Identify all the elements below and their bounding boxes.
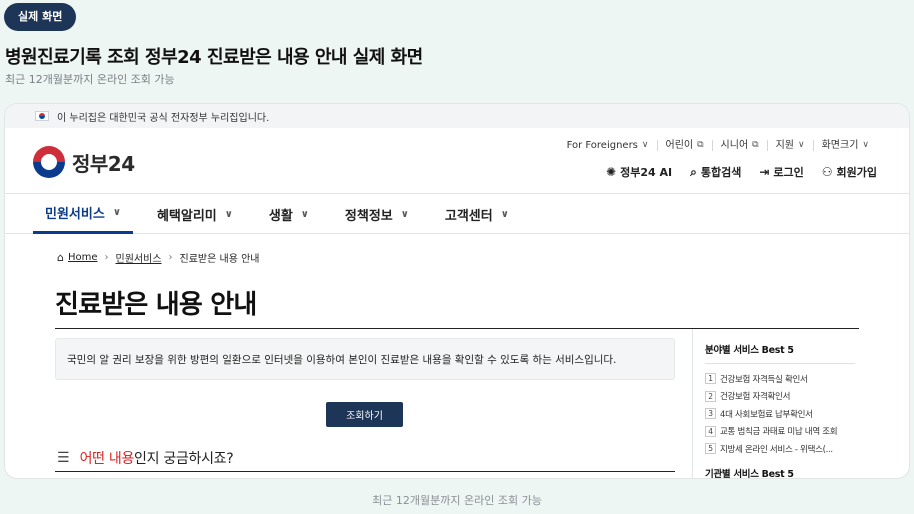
query-button[interactable]: 조회하기 bbox=[326, 402, 403, 427]
ai-button[interactable]: ✺ 정부24 AI bbox=[606, 164, 672, 180]
list-item[interactable]: 1 건강보험 자격득실 확인서 bbox=[705, 370, 855, 388]
question-rest: 인지 궁금하시죠? bbox=[134, 450, 234, 467]
chevron-down-icon: ∨ bbox=[112, 207, 121, 218]
chevron-down-icon: ∨ bbox=[500, 208, 509, 220]
list-item[interactable]: 2 건강보험 자격확인서 bbox=[705, 388, 855, 406]
gov-notice-text: 이 누리집은 대한민국 공식 전자정부 누리집입니다. bbox=[57, 112, 270, 124]
home-icon: ⌂ bbox=[57, 251, 64, 264]
search-button[interactable]: ⌕ 통합검색 bbox=[690, 164, 741, 180]
utility-nav: For Foreigners ∨ 어린이 ⧉ 시니어 ⧉ 지원 ∨ 화면크기 ∨ bbox=[559, 140, 877, 151]
nav-item-customer-center[interactable]: 고객센터 ∨ bbox=[433, 194, 521, 234]
chevron-down-icon: ∨ bbox=[862, 140, 869, 150]
util-item-foreigners[interactable]: For Foreigners ∨ bbox=[559, 140, 657, 151]
chevron-right-icon: › bbox=[168, 252, 173, 263]
list-item[interactable]: 5 지방세 온라인 서비스 - 위택스(... bbox=[705, 440, 855, 458]
screenshot-frame: 이 누리집은 대한민국 공식 전자정부 누리집입니다. 정부24 For For… bbox=[5, 104, 909, 478]
list-item[interactable]: 3 4대 사회보험료 납부확인서 bbox=[705, 405, 855, 423]
page-headline: 병원진료기록 조회 정부24 진료받은 내용 안내 실제 화면 bbox=[5, 47, 423, 68]
page-title: 진료받은 내용 안내 bbox=[55, 290, 257, 320]
question-highlight: 어떤 내용 bbox=[79, 450, 135, 467]
main-content: 국민의 알 권리 보장을 위한 방편의 일환으로 인터넷을 이용하여 본인이 진… bbox=[55, 329, 693, 478]
external-link-icon: ⧉ bbox=[752, 140, 759, 150]
login-button[interactable]: ⇥ 로그인 bbox=[759, 164, 803, 180]
login-icon: ⇥ bbox=[759, 165, 770, 179]
sidebar: 분야별 서비스 Best 5 1 건강보험 자격득실 확인서 2 건강보험 자격확인… bbox=[705, 342, 855, 478]
site-logo[interactable]: 정부24 bbox=[33, 146, 135, 178]
question-heading: ☰ 어떤 내용인지 궁금하시죠? bbox=[55, 444, 675, 472]
site-header: 정부24 For Foreigners ∨ 어린이 ⧉ 시니어 ⧉ 지원 ∨ 화면크기 ∨… bbox=[5, 128, 909, 194]
util-item-senior[interactable]: 시니어 ⧉ bbox=[711, 140, 767, 151]
taegeuk-logo-icon bbox=[33, 146, 65, 178]
chevron-down-icon: ∨ bbox=[798, 140, 805, 150]
korean-flag-icon bbox=[35, 111, 49, 121]
breadcrumb: ⌂ Home › 민원서비스 › 진료받은 내용 안내 bbox=[57, 250, 259, 265]
best-services-title: 분야별 서비스 Best 5 bbox=[705, 342, 855, 364]
breadcrumb-current: 진료받은 내용 안내 bbox=[179, 254, 260, 265]
chevron-down-icon: ∨ bbox=[300, 208, 309, 220]
signup-button[interactable]: ⚇ 회원가입 bbox=[822, 164, 877, 180]
list-item[interactable]: 4 교통 범칙금 과태료 미납 내역 조회 bbox=[705, 423, 855, 441]
caption: 최근 12개월분까지 온라인 조회 가능 bbox=[372, 494, 542, 507]
util-item-children[interactable]: 어린이 ⧉ bbox=[656, 140, 712, 151]
best-services-list: 1 건강보험 자격득실 확인서 2 건강보험 자격확인서 3 4대 사회보험료 납부확… bbox=[705, 370, 855, 458]
header-actions: ✺ 정부24 AI ⌕ 통합검색 ⇥ 로그인 ⚇ 회원가입 bbox=[588, 164, 877, 180]
logo-text: 정부24 bbox=[72, 151, 135, 176]
search-icon: ⌕ bbox=[690, 164, 697, 179]
chevron-down-icon: ∨ bbox=[224, 208, 233, 220]
chevron-down-icon: ∨ bbox=[641, 140, 649, 150]
breadcrumb-civil-service[interactable]: 민원서비스 bbox=[116, 250, 162, 265]
service-description: 국민의 알 권리 보장을 위한 방편의 일환으로 인터넷을 이용하여 본인이 진… bbox=[55, 338, 675, 380]
nav-item-civil-service[interactable]: 민원서비스 ∨ bbox=[33, 194, 133, 234]
status-badge: 실제 화면 bbox=[4, 3, 77, 31]
document-icon: ☰ bbox=[57, 449, 70, 466]
org-services-title: 기관별 서비스 Best 5 bbox=[705, 469, 794, 478]
nav-item-policy[interactable]: 정책정보 ∨ bbox=[333, 194, 421, 234]
util-item-support[interactable]: 지원 ∨ bbox=[766, 140, 813, 151]
gov-notice-bar: 이 누리집은 대한민국 공식 전자정부 누리집입니다. bbox=[5, 104, 909, 128]
user-plus-icon: ⚇ bbox=[821, 165, 833, 179]
breadcrumb-home[interactable]: Home bbox=[68, 252, 98, 263]
util-item-zoom[interactable]: 화면크기 ∨ bbox=[812, 140, 877, 151]
main-nav: 민원서비스 ∨ 혜택알리미 ∨ 생활 ∨ 정책정보 ∨ 고객센터 ∨ bbox=[5, 194, 909, 234]
nav-item-life[interactable]: 생활 ∨ bbox=[257, 194, 321, 234]
chevron-right-icon: › bbox=[104, 252, 109, 263]
ai-icon: ✺ bbox=[606, 165, 617, 179]
nav-item-benefits[interactable]: 혜택알리미 ∨ bbox=[145, 194, 245, 234]
page-subhead: 최근 12개월분까지 온라인 조회 가능 bbox=[5, 73, 175, 86]
external-link-icon: ⧉ bbox=[697, 140, 704, 150]
chevron-down-icon: ∨ bbox=[400, 208, 409, 220]
